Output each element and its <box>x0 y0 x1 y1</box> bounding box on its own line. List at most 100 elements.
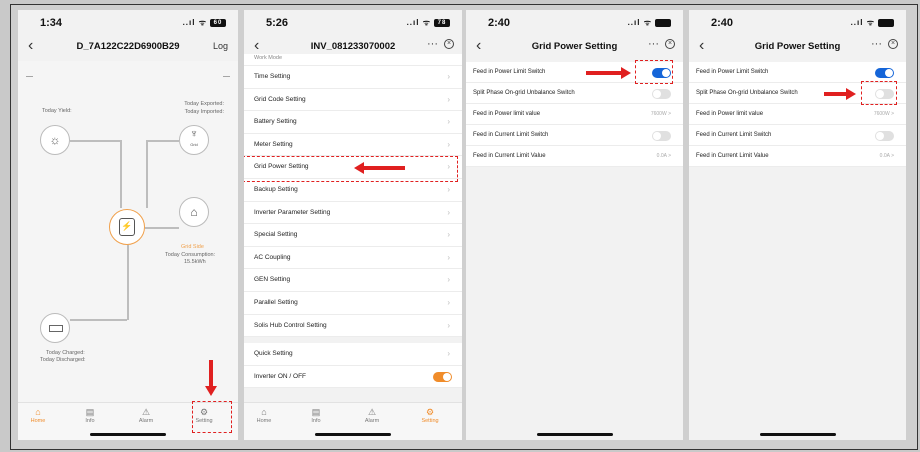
status-time: 2:40 <box>488 17 511 29</box>
signal-icon: ..ıl ᯤ 78 <box>407 17 450 28</box>
list-item[interactable]: Meter Setting › <box>244 134 462 157</box>
wire <box>127 245 129 320</box>
list-item[interactable]: AC Coupling › <box>244 247 462 270</box>
house-icon: ⌂ <box>179 197 209 227</box>
feed-in-current-limit-row: Feed in Current Limit Switch <box>466 125 683 146</box>
chevron-right-icon: › <box>447 252 450 262</box>
nav-bar: ‹ Grid Power Setting ··· × <box>689 35 906 61</box>
annotation-box <box>244 156 458 182</box>
feed-in-current-value: 0.0A > <box>656 153 671 159</box>
battery-icon <box>655 18 671 27</box>
chevron-right-icon: › <box>447 275 450 285</box>
list-item[interactable]: Solis Hub Control Setting › <box>244 315 462 338</box>
list-item[interactable]: Grid Code Setting › <box>244 89 462 112</box>
feed-in-current-value-row[interactable]: Feed in Current Limit Value 0.0A > <box>466 146 683 167</box>
chevron-right-icon: › <box>447 139 450 149</box>
battery-icon: 78 <box>434 18 450 27</box>
list-item[interactable]: Time Setting › <box>244 66 462 89</box>
tab-info[interactable]: ▤ Info <box>70 407 110 424</box>
annotation-box <box>635 60 673 84</box>
feed-in-power-value: 7600W > <box>650 111 671 117</box>
annotation-arrowhead <box>846 88 856 100</box>
status-time: 2:40 <box>711 17 734 29</box>
annotation-arrow <box>209 360 213 388</box>
chevron-right-icon: › <box>447 94 450 104</box>
feed-in-power-value-row[interactable]: Feed in Power limit value 7600W > <box>689 104 906 125</box>
status-bar: 1:34 ..ıl ᯤ 60 <box>18 10 238 32</box>
more-icon[interactable]: ··· <box>648 38 659 50</box>
feed-in-current-value-row[interactable]: Feed in Current Limit Value 0.0A > <box>689 146 906 167</box>
battery-icon <box>878 18 894 27</box>
wire <box>145 227 179 229</box>
annotation-box <box>192 401 232 433</box>
feed-in-power-value-row[interactable]: Feed in Power limit value 7600W > <box>466 104 683 125</box>
tab-alarm[interactable]: ⚠ Alarm <box>126 407 166 424</box>
close-icon[interactable]: × <box>888 39 898 49</box>
log-button[interactable]: Log <box>213 41 228 51</box>
grid-tower-icon: ♆ Grid <box>179 125 209 155</box>
status-bar: 2:40 ..ıl ᯤ <box>689 10 906 32</box>
list-item[interactable]: Special Setting › <box>244 224 462 247</box>
battery-node-icon <box>40 313 70 343</box>
feed-in-current-limit-toggle[interactable] <box>652 131 671 141</box>
chevron-right-icon: › <box>447 72 450 81</box>
settings-screen: 5:26 ..ıl ᯤ 78 ‹ INV_081233070002 ··· × W… <box>244 10 462 440</box>
list-item[interactable]: Inverter Parameter Setting › <box>244 202 462 225</box>
tab-info[interactable]: ▤ Info <box>296 407 336 424</box>
tab-home[interactable]: ⌂ Home <box>244 407 284 424</box>
feed-in-power-limit-toggle[interactable] <box>875 68 894 78</box>
annotation-arrow <box>363 166 405 170</box>
wire <box>146 140 148 208</box>
home-icon: ⌂ <box>35 407 41 417</box>
list-item[interactable]: GEN Setting › <box>244 269 462 292</box>
inverter-icon[interactable]: ⚡ <box>109 209 145 245</box>
today-discharged-label: Today Discharged: <box>40 357 86 363</box>
nav-bar: ‹ D_7A122C22D6900B29 Log <box>18 35 238 61</box>
status-bar: 5:26 ..ıl ᯤ 78 <box>244 10 462 32</box>
close-icon[interactable]: × <box>665 39 675 49</box>
annotation-arrowhead <box>621 67 631 79</box>
dash-right: — <box>223 73 230 80</box>
tab-alarm[interactable]: ⚠ Alarm <box>352 407 392 424</box>
feed-in-power-limit-row: Feed in Power Limit Switch <box>689 62 906 83</box>
today-consumption-label: Today Consumption: <box>165 252 216 258</box>
home-indicator <box>536 433 613 436</box>
today-exported-label: Today Exported: <box>184 101 224 107</box>
list-item[interactable]: Backup Setting › <box>244 179 462 202</box>
quick-setting-item[interactable]: Quick Setting › <box>244 343 462 366</box>
inverter-onoff-item: Inverter ON / OFF <box>244 366 462 389</box>
chevron-right-icon: › <box>447 207 450 217</box>
chevron-right-icon: › <box>447 320 450 330</box>
annotation-arrow <box>586 71 621 75</box>
info-icon: ▤ <box>85 407 95 417</box>
alarm-icon: ⚠ <box>367 407 377 417</box>
solar-panel-icon: ☼ <box>40 125 70 155</box>
wire <box>120 140 122 208</box>
list-item[interactable]: Parallel Setting › <box>244 292 462 315</box>
annotation-box <box>861 81 897 105</box>
more-icon[interactable]: ··· <box>871 38 882 50</box>
close-icon[interactable]: × <box>444 39 454 49</box>
grid-power-screen-2: 2:40 ..ıl ᯤ ‹ Grid Power Setting ··· × F… <box>689 10 906 440</box>
split-phase-toggle[interactable] <box>652 89 671 99</box>
status-time: 5:26 <box>266 17 289 29</box>
today-imported-label: Today Imported: <box>184 109 224 115</box>
tab-home[interactable]: ⌂ Home <box>18 407 58 424</box>
home-indicator <box>315 433 391 436</box>
feed-in-power-value: 7600W > <box>873 111 894 117</box>
today-yield-label: Today Yield: <box>42 108 72 114</box>
more-icon[interactable]: ··· <box>427 38 438 50</box>
feed-in-current-value: 0.0A > <box>879 153 894 159</box>
list-item[interactable]: Battery Setting › <box>244 111 462 134</box>
home-indicator <box>759 433 836 436</box>
list-item[interactable]: Work Mode <box>244 54 462 66</box>
split-phase-row: Split Phase On-grid Unbalance Switch <box>466 83 683 104</box>
tab-bar: ⌂ Home ▤ Info ⚠ Alarm ⚙ Setting <box>244 402 462 440</box>
feed-in-current-limit-toggle[interactable] <box>875 131 894 141</box>
chevron-right-icon: › <box>447 117 450 127</box>
tab-setting[interactable]: ⚙ Setting <box>410 407 450 424</box>
status-time: 1:34 <box>40 17 63 29</box>
inverter-onoff-toggle[interactable] <box>433 371 452 382</box>
chevron-right-icon: › <box>447 297 450 307</box>
chevron-right-icon: › <box>447 349 450 359</box>
